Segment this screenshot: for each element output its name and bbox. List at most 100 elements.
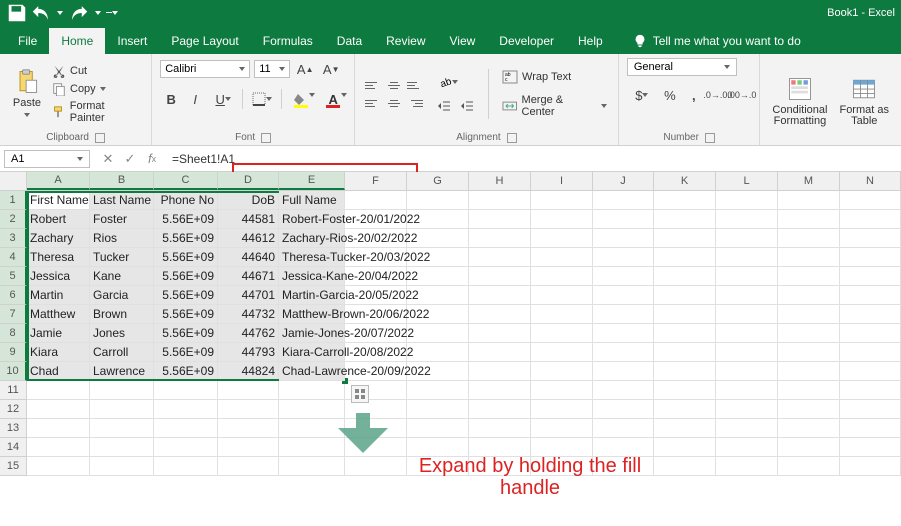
cell[interactable] — [279, 438, 345, 457]
row-header[interactable]: 14 — [0, 438, 27, 457]
cell[interactable]: Matthew-Brown-20/06/2022 — [279, 305, 345, 324]
cell[interactable] — [90, 400, 154, 419]
cell[interactable]: Carroll — [90, 343, 154, 362]
align-center-button[interactable] — [384, 95, 404, 111]
cell[interactable]: Robert — [27, 210, 90, 229]
tab-view[interactable]: View — [438, 28, 488, 54]
align-middle-button[interactable] — [384, 77, 404, 93]
cell[interactable] — [90, 381, 154, 400]
underline-button[interactable]: U — [208, 88, 238, 110]
cell[interactable]: 5.56E+09 — [154, 229, 218, 248]
cell[interactable] — [531, 324, 593, 343]
alignment-dialog-launcher[interactable] — [507, 133, 517, 143]
cell[interactable] — [469, 191, 531, 210]
row-header[interactable]: 3 — [0, 229, 27, 248]
cell[interactable] — [531, 381, 593, 400]
align-bottom-button[interactable] — [405, 77, 425, 93]
cell[interactable]: Rios — [90, 229, 154, 248]
cell[interactable] — [593, 362, 654, 381]
cell[interactable] — [279, 381, 345, 400]
cell[interactable] — [840, 248, 901, 267]
cell[interactable]: 5.56E+09 — [154, 324, 218, 343]
cell[interactable] — [593, 305, 654, 324]
cell[interactable] — [778, 267, 840, 286]
cell[interactable]: 44671 — [218, 267, 279, 286]
cell[interactable] — [218, 400, 279, 419]
cell[interactable]: 44640 — [218, 248, 279, 267]
cell[interactable] — [654, 286, 716, 305]
cell[interactable] — [345, 191, 407, 210]
cell[interactable] — [469, 305, 531, 324]
cell[interactable] — [716, 400, 778, 419]
cell[interactable] — [469, 362, 531, 381]
worksheet-grid[interactable]: ABCDEFGHIJKLMN 1First NameLast NamePhone… — [0, 172, 901, 476]
save-icon[interactable] — [6, 2, 28, 24]
cell[interactable] — [27, 438, 90, 457]
cell[interactable]: 44793 — [218, 343, 279, 362]
cell[interactable] — [407, 343, 469, 362]
wrap-text-button[interactable]: abcWrap Text — [499, 68, 610, 86]
cell[interactable] — [531, 419, 593, 438]
redo-dropdown-icon[interactable] — [92, 2, 104, 24]
cell[interactable] — [531, 210, 593, 229]
cell[interactable]: Kiara-Carroll-20/08/2022 — [279, 343, 345, 362]
cell[interactable] — [840, 381, 901, 400]
cell[interactable]: 5.56E+09 — [154, 286, 218, 305]
cell[interactable] — [778, 457, 840, 476]
merge-center-button[interactable]: Merge & Center — [499, 92, 610, 120]
cell[interactable]: Jamie-Jones-20/07/2022 — [279, 324, 345, 343]
cell[interactable] — [840, 343, 901, 362]
cell[interactable] — [90, 438, 154, 457]
cell[interactable] — [778, 438, 840, 457]
cell[interactable] — [531, 305, 593, 324]
cell[interactable] — [531, 362, 593, 381]
font-dialog-launcher[interactable] — [261, 133, 271, 143]
cell[interactable]: Theresa — [27, 248, 90, 267]
align-right-button[interactable] — [405, 95, 425, 111]
format-as-table-button[interactable]: Format as Table — [835, 73, 893, 129]
cell[interactable] — [593, 191, 654, 210]
tab-file[interactable]: File — [6, 28, 49, 54]
border-button[interactable] — [247, 88, 277, 110]
font-name-selector[interactable]: Calibri — [160, 60, 250, 78]
cell[interactable] — [27, 400, 90, 419]
cut-button[interactable]: Cut — [50, 63, 143, 79]
column-header[interactable]: F — [345, 172, 407, 190]
cell[interactable] — [778, 229, 840, 248]
column-header[interactable]: A — [27, 172, 90, 190]
redo-icon[interactable] — [68, 2, 90, 24]
cell[interactable] — [840, 438, 901, 457]
cell[interactable]: Kane — [90, 267, 154, 286]
qat-customize-icon[interactable] — [106, 2, 118, 24]
insert-function-button[interactable]: fx — [142, 149, 162, 169]
undo-dropdown-icon[interactable] — [54, 2, 66, 24]
tab-review[interactable]: Review — [374, 28, 437, 54]
column-header[interactable]: K — [654, 172, 716, 190]
formula-input[interactable]: =Sheet1!A1 — [166, 150, 901, 168]
tab-help[interactable]: Help — [566, 28, 615, 54]
cell[interactable]: 44824 — [218, 362, 279, 381]
tell-me-search[interactable]: Tell me what you want to do — [623, 28, 811, 54]
cell[interactable]: Brown — [90, 305, 154, 324]
cell[interactable]: Jones — [90, 324, 154, 343]
cell[interactable] — [654, 305, 716, 324]
bold-button[interactable]: B — [160, 88, 182, 110]
cell[interactable]: Tucker — [90, 248, 154, 267]
row-header[interactable]: 1 — [0, 191, 27, 210]
cell[interactable] — [840, 267, 901, 286]
cell[interactable] — [716, 324, 778, 343]
decrease-font-button[interactable]: A▼ — [320, 58, 342, 80]
row-header[interactable]: 8 — [0, 324, 27, 343]
percent-format-button[interactable]: % — [659, 84, 681, 106]
cell[interactable] — [154, 419, 218, 438]
cell[interactable] — [531, 267, 593, 286]
cell[interactable] — [593, 324, 654, 343]
cell[interactable] — [154, 438, 218, 457]
align-top-button[interactable] — [363, 77, 383, 93]
row-header[interactable]: 2 — [0, 210, 27, 229]
cell[interactable] — [593, 400, 654, 419]
cell[interactable] — [279, 400, 345, 419]
cell[interactable] — [716, 210, 778, 229]
cell[interactable] — [654, 191, 716, 210]
row-header[interactable]: 9 — [0, 343, 27, 362]
